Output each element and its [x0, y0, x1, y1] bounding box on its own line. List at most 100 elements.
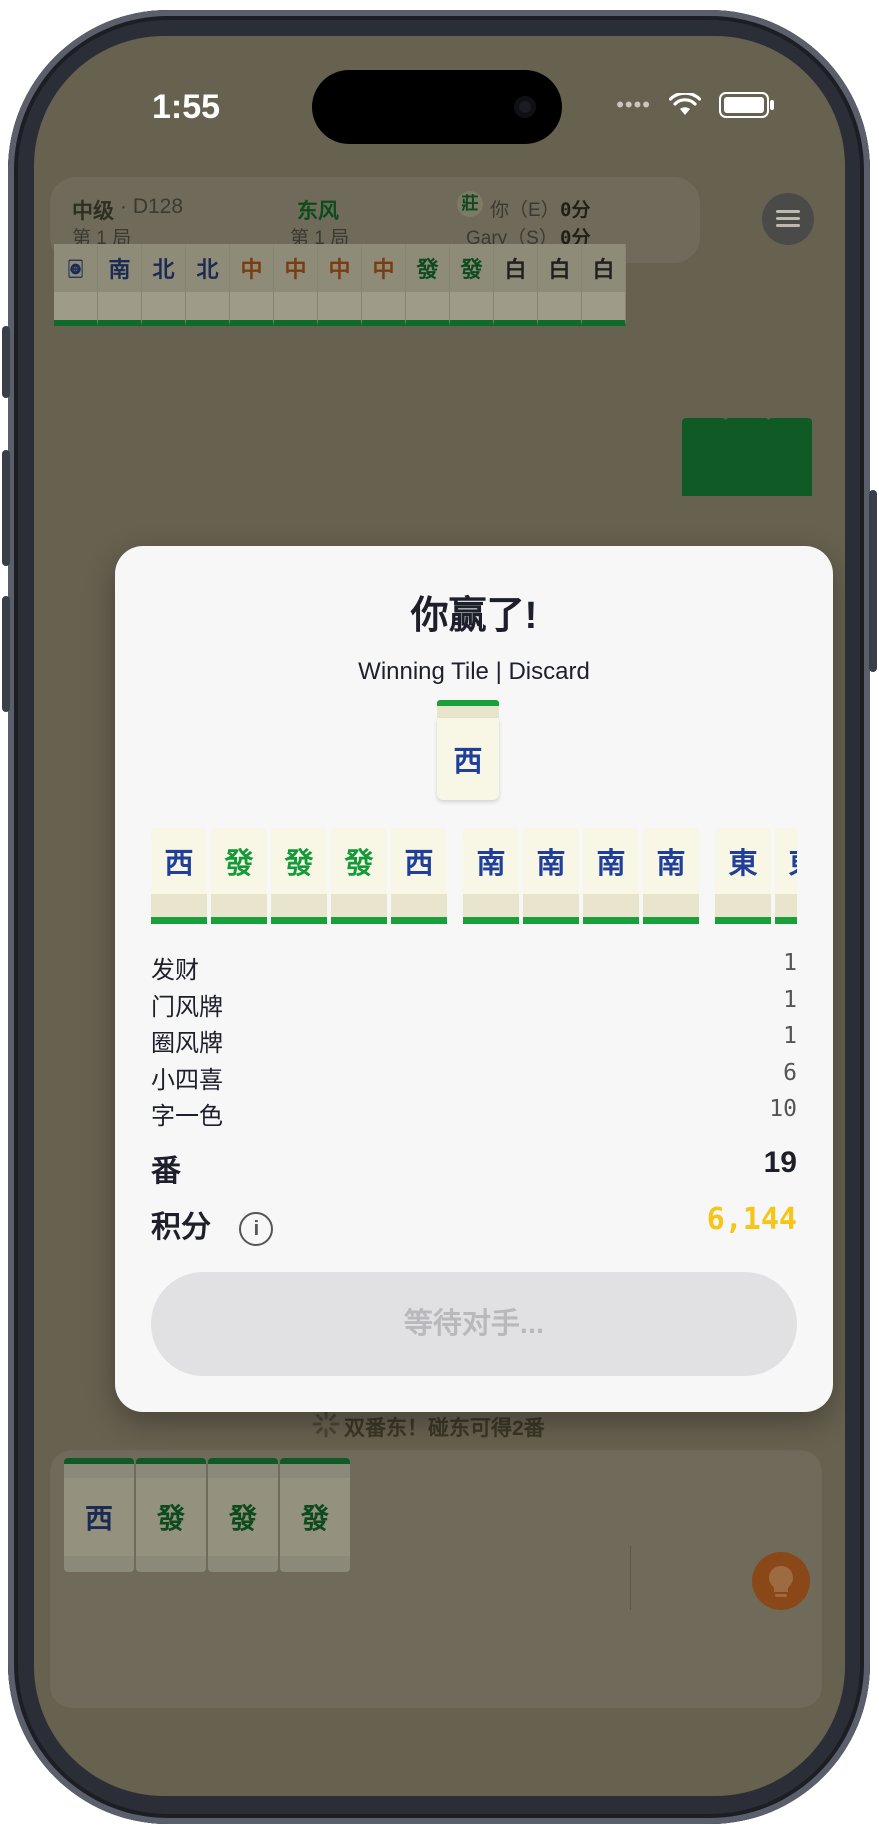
hint-button[interactable]: [752, 1552, 810, 1610]
score-value: 6,144: [706, 1202, 797, 1237]
menu-icon-line: [776, 210, 800, 213]
opponent-tile-face: 發: [450, 244, 493, 292]
player-tile[interactable]: 西: [64, 1458, 134, 1572]
winning-hand: 西發發發西南南南南東東: [151, 828, 797, 928]
hand-tile-character: 發: [211, 828, 267, 894]
fan-value: 1: [783, 1023, 797, 1049]
fan-name: 字一色: [151, 1103, 223, 1130]
status-time: 1:55: [152, 88, 221, 126]
hand-tile: 西: [151, 828, 207, 924]
opponent-tile: 中: [362, 244, 406, 326]
menu-icon-line: [776, 217, 800, 220]
divider: [630, 1546, 631, 1610]
total-fan-value: 19: [763, 1146, 797, 1179]
hand-tile-edge: [583, 917, 639, 924]
hand-tile-character: 發: [331, 828, 387, 894]
hand-tile: 東: [715, 828, 771, 924]
fan-name: 小四喜: [151, 1066, 223, 1094]
opponent-tile: 中: [230, 244, 274, 326]
opponent-tile: 白: [582, 244, 626, 326]
opponent-tile-back: [682, 418, 726, 496]
fan-row: 小四喜 6: [151, 1060, 797, 1096]
fan-name: 发财: [151, 957, 199, 984]
hand-tile-edge: [151, 917, 207, 924]
hand-tile-character: 西: [391, 828, 447, 894]
camera-icon: [514, 96, 536, 118]
player-tile[interactable]: 發: [280, 1458, 350, 1572]
hand-tile-character: 東: [715, 828, 771, 894]
action-button: [2, 326, 10, 398]
opponent-tile-face: 發: [406, 244, 449, 292]
waiting-button[interactable]: 等待对手...: [151, 1272, 797, 1376]
player1-score: 0分: [560, 199, 591, 221]
info-icon[interactable]: i: [239, 1212, 274, 1247]
opponent-tile: 北: [186, 244, 230, 326]
hint-text: 双番东！碰东可得2番: [344, 1417, 545, 1440]
hand-tile: 發: [211, 828, 267, 924]
hand-tile: 發: [331, 828, 387, 924]
dialog-title: 你赢了!: [410, 595, 538, 637]
wifi-icon: [669, 93, 701, 115]
opponent-tile: 南: [98, 244, 142, 326]
opponent-tile-face: 中: [230, 244, 273, 292]
fan-value: 6: [783, 1059, 797, 1086]
hand-tile: 南: [583, 828, 639, 924]
fan-name: 圈风牌: [151, 1030, 223, 1057]
hand-tile-edge: [211, 917, 267, 924]
volume-up-button: [2, 450, 10, 566]
hand-tile-character: 南: [583, 828, 639, 894]
fan-row: 发财 1: [151, 950, 797, 986]
power-button: [869, 490, 877, 672]
opponent-tile-row: 🀙 南北北中中中中發發白白白: [54, 244, 626, 326]
fan-row: 字一色 10: [151, 1096, 797, 1132]
player-tile[interactable]: 發: [208, 1458, 278, 1572]
player-tile-character: 發: [208, 1478, 278, 1556]
game-id: · D128: [120, 195, 184, 218]
hand-tile: 西: [391, 828, 447, 924]
menu-button[interactable]: [762, 193, 814, 245]
opponent-tile-face: 北: [186, 244, 229, 292]
hand-tile-edge: [775, 917, 797, 924]
fan-row: 圈风牌 1: [151, 1023, 797, 1059]
opponent-tile-face: 中: [362, 244, 405, 292]
hand-tile-edge: [391, 917, 447, 924]
opponent-tile: 🀙: [54, 244, 98, 326]
opponent-tile-face: 中: [318, 244, 361, 292]
wind-label: 东风: [297, 200, 339, 223]
hand-tile-edge: [523, 917, 579, 924]
total-fan-label: 番: [151, 1155, 181, 1188]
dealer-badge: 莊: [457, 191, 483, 217]
opponent-tile-face: 🀙: [54, 244, 97, 292]
opponent-tile-face: 白: [582, 244, 625, 292]
hand-tile: 南: [523, 828, 579, 924]
hand-tile-character: 東: [775, 828, 797, 894]
hand-tile-character: 南: [523, 828, 579, 894]
hand-tile-edge: [331, 917, 387, 924]
hand-tile: 南: [643, 828, 699, 924]
hand-tile-edge: [463, 917, 519, 924]
hand-tile-edge: [643, 917, 699, 924]
opponent-tile-face: 北: [142, 244, 185, 292]
player-tile[interactable]: 發: [136, 1458, 206, 1572]
opponent-tile: 北: [142, 244, 186, 326]
screen: 1:55 •••• 中级 · D128 第 1 局 东风 第 1 局 莊 你（E…: [34, 36, 845, 1796]
winning-tile: 西: [437, 700, 499, 800]
lightbulb-icon: [769, 1566, 793, 1597]
fan-row: 门风牌 1: [151, 987, 797, 1023]
hand-tile-character: 南: [463, 828, 519, 894]
opponent-tile-back: [768, 418, 812, 496]
opponent-tile: 白: [538, 244, 582, 326]
player-tile-character: 發: [136, 1478, 206, 1556]
hand-tile: 發: [271, 828, 327, 924]
hand-tile-character: 南: [643, 828, 699, 894]
opponent-tile: 白: [494, 244, 538, 326]
opponent-tile-face: 南: [98, 244, 141, 292]
fan-value: 1: [783, 950, 797, 976]
player1-name: 你（E）: [490, 200, 560, 221]
opponent-tile-face: 中: [274, 244, 317, 292]
level-label: 中级: [72, 200, 114, 223]
battery-icon: [719, 92, 774, 118]
opponent-tile: 中: [318, 244, 362, 326]
opponent-tile-face: 白: [538, 244, 581, 292]
total-fan-row: 番 19: [151, 1146, 797, 1190]
